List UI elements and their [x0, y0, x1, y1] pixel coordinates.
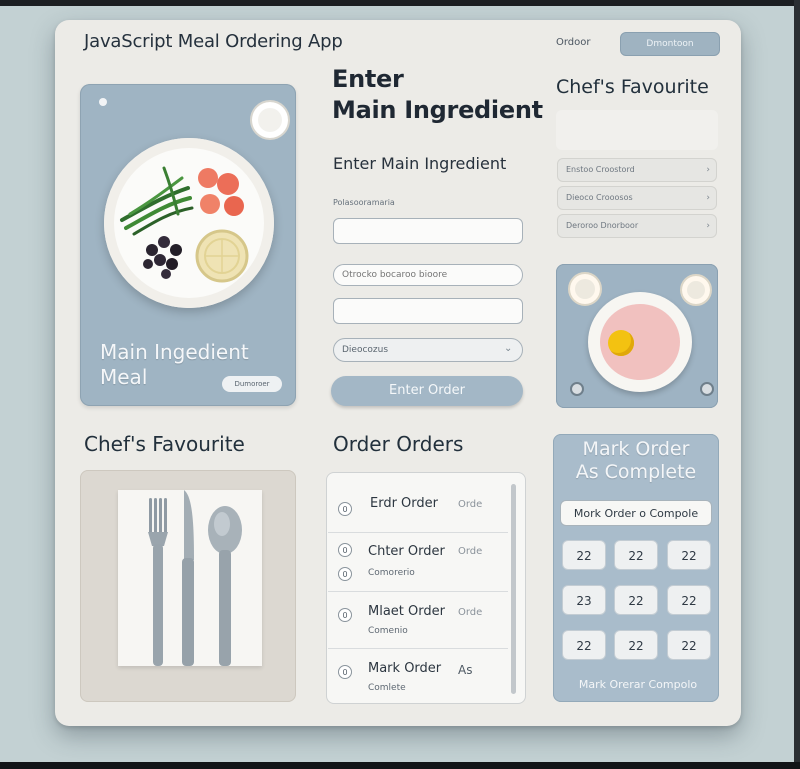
enter-order-button[interactable]: Enter Order	[331, 376, 523, 406]
order-number-key[interactable]: 22	[667, 540, 711, 570]
blackberries-icon	[143, 236, 182, 279]
chevron-right-icon: ›	[706, 221, 710, 231]
small-bowl-left-image	[568, 272, 602, 306]
sauce-bowl-image	[250, 100, 290, 140]
tomato-pieces-icon	[198, 168, 244, 216]
order-row-label: Mlaet Order	[368, 604, 445, 619]
order-row-label: Mark Order	[368, 661, 442, 676]
order-number-key[interactable]: 22	[614, 630, 658, 660]
cutlery-section-title: Chef's Favourite	[84, 432, 245, 456]
order-row-sub: Comenio	[368, 626, 408, 636]
order-sub-status-icon[interactable]: 0	[338, 567, 352, 581]
order-number-key[interactable]: 23	[562, 585, 606, 615]
favourite-item[interactable]: Dieoco Crooosos ›	[557, 186, 717, 210]
small-bowl-right-image	[680, 274, 712, 306]
window-bottom-bezel	[0, 762, 800, 769]
category-select-value: Dieocozus	[342, 345, 389, 355]
chevron-right-icon: ›	[706, 193, 710, 203]
order-row-label: Chter Order	[368, 544, 445, 559]
order-row[interactable]: 0 0 Chter Order Orde Comorerio	[328, 533, 508, 592]
meal-card-button[interactable]: Dumoroer	[222, 376, 282, 392]
order-status-icon[interactable]: 0	[338, 543, 352, 557]
form-subheading: Enter Main Ingredient	[333, 154, 507, 173]
form-heading-line1: Enter	[332, 65, 404, 93]
favourite-item-label: Deroroo Dnorboor	[566, 221, 639, 230]
order-row[interactable]: 0 Erdr Order Orde	[328, 476, 508, 533]
fork-icon	[148, 498, 168, 666]
order-row-sub: Comlete	[368, 683, 406, 693]
order-row-faint: As	[458, 663, 473, 677]
form-heading-line2: Main Ingredient	[332, 96, 543, 124]
dish-card-stud-right	[700, 382, 714, 396]
lemon-slice-icon	[195, 229, 249, 283]
favourite-item-label: Dieoco Crooosos	[566, 193, 633, 202]
order-row-faint: Orde	[458, 499, 483, 510]
main-ingredient-input[interactable]	[333, 218, 523, 244]
order-row[interactable]: 0 Mlaet Order Orde Comenio	[328, 592, 508, 649]
favourite-item-label: Enstoo Croostord	[566, 165, 635, 174]
meal-food-illustration	[120, 166, 249, 283]
header-orders-link[interactable]: Ordoor	[556, 37, 591, 48]
mark-complete-input[interactable]: Mork Order o Compole	[560, 500, 712, 526]
spoon-icon	[208, 506, 242, 666]
chevron-right-icon: ›	[706, 165, 710, 175]
favourite-item[interactable]: Deroroo Dnorboor ›	[557, 214, 717, 238]
form-heading: Enter Main Ingredient	[332, 64, 543, 126]
category-select[interactable]: Dieocozus	[333, 338, 523, 362]
order-row-faint: Orde	[458, 607, 483, 618]
favourite-item[interactable]: Enstoo Croostord ›	[557, 158, 717, 182]
cutlery-illustration	[148, 490, 242, 666]
window-top-bezel	[0, 0, 800, 6]
meal-card-title-line1: Main Ingedient	[100, 340, 249, 364]
secondary-input[interactable]	[333, 264, 523, 286]
order-row-sub: Comorerio	[368, 568, 415, 578]
order-number-key[interactable]: 22	[614, 585, 658, 615]
chefs-favourite-header-area	[556, 110, 718, 150]
chefs-favourite-title: Chef's Favourite	[556, 76, 709, 98]
green-beans-icon	[120, 166, 194, 236]
orders-title: Order Orders	[333, 432, 464, 456]
order-number-key[interactable]: 22	[667, 630, 711, 660]
card-indicator-dot	[99, 98, 107, 106]
egg-yolk-image	[608, 330, 634, 356]
mark-order-complete-button[interactable]: Mark Orerar Compolo	[566, 678, 710, 691]
order-status-icon[interactable]: 0	[338, 608, 352, 622]
order-number-key[interactable]: 22	[614, 540, 658, 570]
third-input[interactable]	[333, 298, 523, 324]
order-row[interactable]: 0 Mark Order As Comlete	[328, 649, 508, 699]
header-action-button[interactable]: Dmontoon	[620, 32, 720, 56]
order-number-key[interactable]: 22	[562, 630, 606, 660]
dish-card-stud-left	[570, 382, 584, 396]
orders-scrollbar[interactable]	[511, 484, 516, 694]
mark-complete-title: Mark Order As Complete	[556, 438, 716, 484]
mark-complete-title-line2: As Complete	[575, 461, 697, 483]
window-right-bezel	[794, 0, 800, 769]
app-title: JavaScript Meal Ordering App	[84, 31, 343, 52]
order-row-label: Erdr Order	[370, 496, 439, 511]
knife-icon	[182, 490, 194, 666]
mark-complete-title-line1: Mark Order	[582, 438, 690, 460]
order-status-icon[interactable]: 0	[338, 665, 352, 679]
order-number-key[interactable]: 22	[562, 540, 606, 570]
chevron-down-icon: ⌄	[504, 343, 513, 354]
order-row-faint: Orde	[458, 546, 483, 557]
order-status-icon[interactable]: 0	[338, 502, 352, 516]
ingredient-field-label: Polasooramaria	[333, 198, 395, 207]
order-number-key[interactable]: 22	[667, 585, 711, 615]
